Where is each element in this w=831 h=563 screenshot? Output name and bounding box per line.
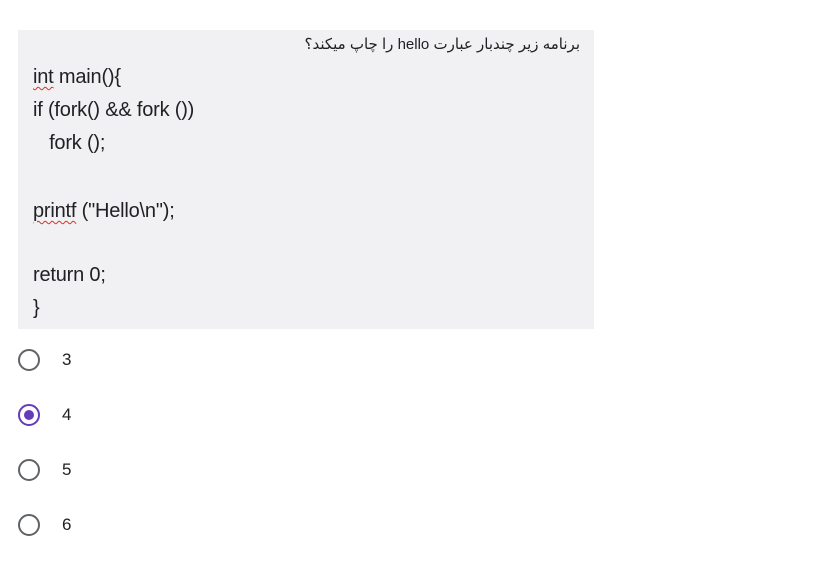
option-label-5: 5 <box>62 460 72 479</box>
code-line-5: return 0; <box>33 264 106 286</box>
radio-button-3[interactable] <box>18 349 40 371</box>
code-line-1-rest: main(){ <box>53 66 121 88</box>
code-line-1: int main(){ <box>33 66 121 89</box>
code-line-3: fork (); <box>33 132 106 154</box>
radio-button-5[interactable] <box>18 459 40 481</box>
quiz-page: برنامه زیر چندبار عبارت hello را چاپ میک… <box>0 0 831 563</box>
radio-button-4-selected[interactable] <box>18 404 40 426</box>
answer-options: 3 4 5 6 <box>18 346 218 563</box>
code-line-4-rest: ("Hello\n"); <box>76 200 175 222</box>
code-line-6: } <box>33 297 40 319</box>
question-card: برنامه زیر چندبار عبارت hello را چاپ میک… <box>18 30 594 329</box>
option-label-6: 6 <box>62 515 72 534</box>
option-label-4: 4 <box>62 405 72 424</box>
code-keyword-int: int <box>33 66 54 88</box>
option-5[interactable]: 5 <box>18 456 218 511</box>
code-function-printf: printf <box>33 200 77 222</box>
code-line-4: printf ("Hello\n"); <box>33 200 175 223</box>
radio-button-6[interactable] <box>18 514 40 536</box>
question-title: برنامه زیر چندبار عبارت hello را چاپ میک… <box>304 36 580 53</box>
option-6[interactable]: 6 <box>18 511 218 563</box>
option-3[interactable]: 3 <box>18 346 218 401</box>
option-label-3: 3 <box>62 350 72 369</box>
option-4[interactable]: 4 <box>18 401 218 456</box>
code-line-2: if (fork() && fork ()) <box>33 99 195 121</box>
